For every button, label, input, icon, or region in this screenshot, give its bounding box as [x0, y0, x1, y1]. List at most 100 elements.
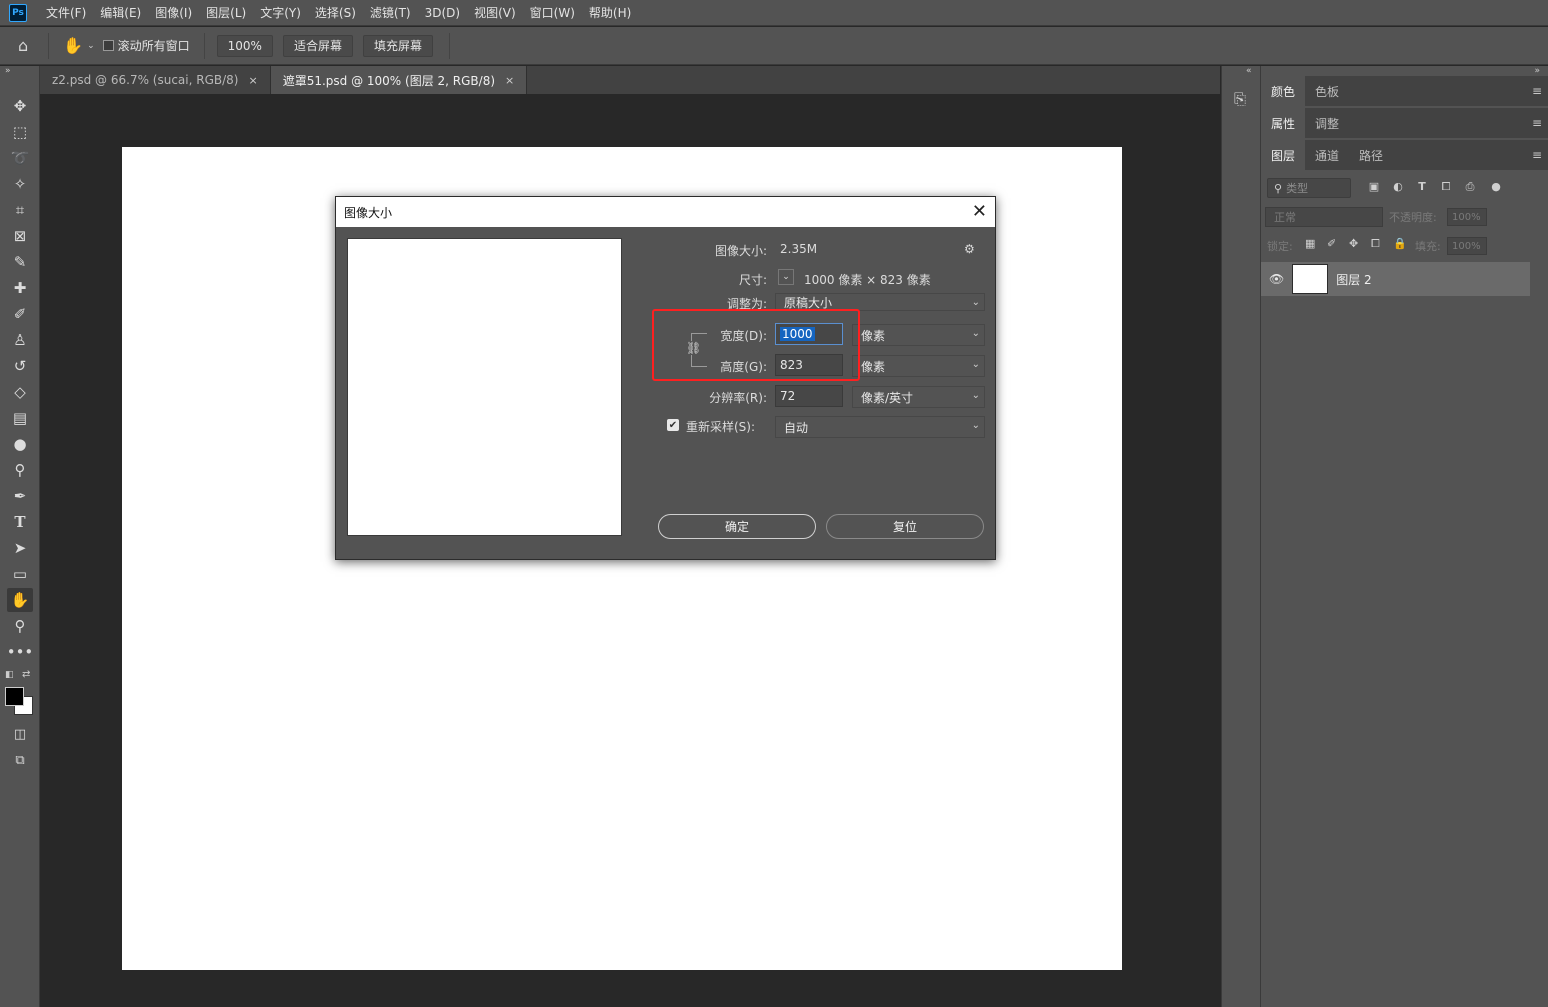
image-preview[interactable] — [347, 238, 622, 536]
menu-edit[interactable]: 编辑(E) — [100, 4, 141, 21]
lasso-tool-icon[interactable]: ➰ — [7, 146, 33, 170]
default-colors-icon[interactable]: ◧ — [5, 670, 14, 680]
home-icon[interactable]: ⌂ — [18, 36, 28, 55]
shape-filter-icon[interactable]: ⧠ — [1439, 180, 1453, 194]
gear-icon[interactable]: ⚙ — [964, 242, 975, 256]
filter-toggle-icon[interactable]: ● — [1489, 180, 1503, 193]
blend-mode-dropdown[interactable]: 正常 — [1265, 207, 1383, 227]
properties-panel-header: 属性 调整 ≡ — [1261, 108, 1548, 138]
layer-name[interactable]: 图层 2 — [1336, 271, 1371, 288]
tab-z2[interactable]: z2.psd @ 66.7% (sucai, RGB/8) × — [40, 66, 271, 94]
path-selection-tool-icon[interactable]: ➤ — [7, 536, 33, 560]
menu-3d[interactable]: 3D(D) — [425, 6, 460, 20]
fill-field[interactable]: 100% — [1447, 237, 1487, 255]
magic-wand-tool-icon[interactable]: ✧ — [7, 172, 33, 196]
lock-artboard-icon[interactable]: ⧠ — [1371, 237, 1380, 251]
dodge-tool-icon[interactable]: ⚲ — [7, 458, 33, 482]
dialog-titlebar: 图像大小 ✕ — [336, 197, 995, 227]
screen-mode-icon[interactable]: ⧉ — [7, 748, 33, 772]
tab-paths[interactable]: 路径 — [1349, 140, 1393, 170]
menu-select[interactable]: 选择(S) — [315, 4, 356, 21]
lock-paint-icon[interactable]: ✐ — [1327, 237, 1336, 250]
dimensions-label: 尺寸: — [738, 273, 767, 287]
resolution-input[interactable]: 72 — [775, 385, 843, 407]
smart-object-filter-icon[interactable]: ⎙ — [1463, 180, 1477, 194]
hand-tool-preset-icon[interactable]: ✋ — [63, 36, 83, 55]
type-tool-icon[interactable]: T — [7, 510, 33, 534]
menu-view[interactable]: 视图(V) — [474, 4, 516, 21]
tab-channels[interactable]: 通道 — [1305, 140, 1349, 170]
tab-swatches[interactable]: 色板 — [1305, 76, 1349, 106]
foreground-color-swatch[interactable] — [5, 687, 24, 706]
chevron-down-icon[interactable]: ⌄ — [87, 41, 95, 51]
menu-filter[interactable]: 滤镜(T) — [370, 4, 411, 21]
tab-mask51[interactable]: 遮罩51.psd @ 100% (图层 2, RGB/8) × — [270, 66, 528, 94]
tab-properties[interactable]: 属性 — [1261, 108, 1306, 138]
pen-tool-icon[interactable]: ✒ — [7, 484, 33, 508]
close-icon[interactable]: × — [505, 74, 514, 87]
resample-dropdown[interactable]: 自动 ⌄ — [775, 416, 985, 438]
panel-menu-icon[interactable]: ≡ — [1532, 116, 1542, 130]
type-filter-icon[interactable]: T — [1415, 180, 1429, 193]
rectangle-tool-icon[interactable]: ▭ — [7, 562, 33, 586]
gradient-tool-icon[interactable]: ▤ — [7, 406, 33, 430]
width-unit: 像素 — [861, 328, 886, 343]
collapse-panels-icon[interactable]: « — [1246, 66, 1252, 76]
stamp-tool-icon[interactable]: ♙ — [7, 328, 33, 352]
image-filter-icon[interactable]: ▣ — [1367, 180, 1381, 193]
swap-colors-icon[interactable]: ⇄ — [22, 669, 30, 680]
layer-filter-dropdown[interactable]: ⚲ 类型 — [1267, 178, 1351, 198]
close-icon[interactable]: × — [248, 74, 257, 87]
eyedropper-tool-icon[interactable]: ✎ — [7, 250, 33, 274]
dimensions-value: 1000 像素 × 823 像素 — [804, 273, 931, 287]
fit-screen-button[interactable]: 适合屏幕 — [282, 34, 353, 57]
crop-tool-icon[interactable]: ⌗ — [7, 198, 33, 222]
menu-type[interactable]: 文字(Y) — [260, 4, 301, 21]
marquee-tool-icon[interactable]: ⬚ — [7, 120, 33, 144]
scroll-all-checkbox[interactable] — [102, 40, 114, 51]
blur-tool-icon[interactable]: ● — [7, 432, 33, 456]
more-tools-icon[interactable]: ••• — [7, 640, 34, 664]
frame-tool-icon[interactable]: ⊠ — [7, 224, 33, 248]
menu-file[interactable]: 文件(F) — [46, 4, 86, 21]
panel-menu-icon[interactable]: ≡ — [1532, 148, 1542, 162]
healing-brush-tool-icon[interactable]: ✚ — [7, 276, 33, 300]
resolution-unit-dropdown[interactable]: 像素/英寸 ⌄ — [852, 386, 985, 408]
tab-color[interactable]: 颜色 — [1261, 76, 1306, 106]
move-tool-icon[interactable]: ✥ — [7, 94, 33, 118]
close-icon[interactable]: ✕ — [972, 201, 987, 222]
expand-panels-icon[interactable]: » — [1534, 66, 1540, 76]
fill-screen-button[interactable]: 填充屏幕 — [362, 34, 433, 57]
quick-mask-icon[interactable]: ◫ — [7, 722, 33, 746]
eye-icon[interactable]: 👁 — [1269, 272, 1284, 286]
chevron-down-icon: ⌄ — [971, 359, 980, 370]
collapse-toolbar-icon[interactable]: » — [5, 66, 11, 76]
brush-tool-icon[interactable]: ✐ — [7, 302, 33, 326]
adjustment-filter-icon[interactable]: ◐ — [1391, 180, 1405, 193]
menu-image[interactable]: 图像(I) — [155, 4, 192, 21]
menu-window[interactable]: 窗口(W) — [530, 4, 575, 21]
menu-layer[interactable]: 图层(L) — [206, 4, 246, 21]
lock-pixels-icon[interactable]: ▦ — [1305, 237, 1315, 250]
menu-help[interactable]: 帮助(H) — [589, 4, 631, 21]
lock-position-icon[interactable]: ✥ — [1349, 237, 1358, 250]
height-unit-dropdown[interactable]: 像素 ⌄ — [852, 355, 985, 377]
lock-all-icon[interactable]: 🔒 — [1393, 237, 1407, 250]
zoom-tool-icon[interactable]: ⚲ — [7, 614, 33, 638]
panel-menu-icon[interactable]: ≡ — [1532, 84, 1542, 98]
layer-row[interactable]: 👁 图层 2 — [1261, 262, 1530, 296]
opacity-field[interactable]: 100% — [1447, 208, 1487, 226]
tab-adjustments[interactable]: 调整 — [1305, 108, 1349, 138]
eraser-tool-icon[interactable]: ◇ — [7, 380, 33, 404]
dimensions-dropdown-icon[interactable]: ⌄ — [778, 269, 794, 285]
width-unit-dropdown[interactable]: 像素 ⌄ — [852, 324, 985, 346]
resample-checkbox[interactable]: ✔ — [667, 419, 679, 431]
tab-layers[interactable]: 图层 — [1261, 140, 1306, 170]
reset-button[interactable]: 复位 — [826, 514, 984, 539]
zoom-100-button[interactable]: 100% — [216, 34, 273, 57]
hand-tool-icon[interactable]: ✋ — [7, 588, 33, 612]
history-brush-tool-icon[interactable]: ↺ — [7, 354, 33, 378]
ok-button[interactable]: 确定 — [658, 514, 816, 539]
history-panel-icon[interactable]: ⎘ — [1234, 90, 1246, 108]
options-bar: ⌂ ✋ ⌄ 滚动所有窗口 100% 适合屏幕 填充屏幕 — [0, 27, 1548, 65]
